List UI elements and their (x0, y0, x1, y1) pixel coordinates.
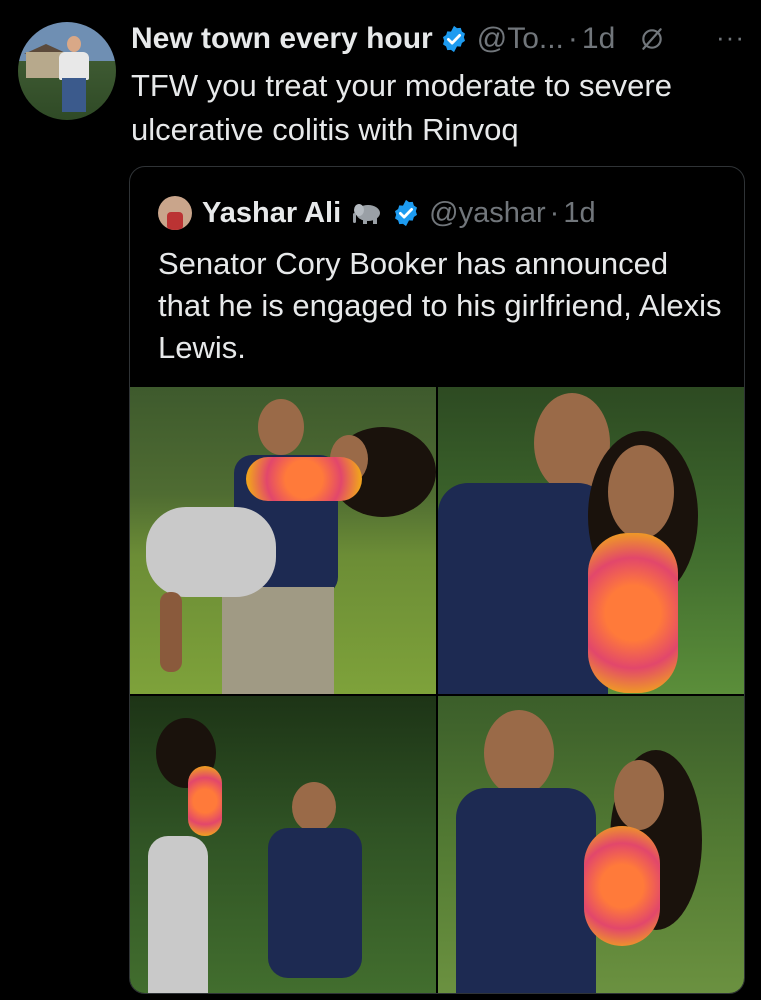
avatar-person-body (59, 52, 89, 80)
photo-1[interactable] (130, 387, 436, 694)
photo-4-woman-head (614, 760, 664, 830)
tweet-timestamp[interactable]: 1d (582, 22, 615, 56)
photo-4[interactable] (438, 696, 744, 993)
photo-1-lei (246, 457, 362, 501)
author-handle[interactable]: @To... (477, 22, 564, 56)
avatar-person-legs (62, 78, 86, 112)
author-avatar[interactable] (18, 22, 116, 120)
photo-1-woman-legs (160, 592, 182, 672)
tweet-header: New town every hour @To... · 1d (131, 16, 751, 62)
photo-2-man-shirt (438, 483, 608, 694)
quoted-author-avatar[interactable] (158, 196, 192, 230)
photo-grid (130, 387, 744, 993)
photo-3-man-head (292, 782, 336, 832)
quoted-tweet-text: Senator Cory Booker has announced that h… (158, 246, 722, 365)
quoted-tweet[interactable]: Yashar Ali @yashar · 1d Senator Cory Boo… (129, 166, 745, 994)
author-name[interactable]: New town every hour (131, 22, 433, 56)
more-icon[interactable]: ··· (716, 22, 745, 53)
grok-icon[interactable] (639, 26, 665, 52)
quoted-author-handle[interactable]: @yashar (429, 197, 545, 230)
photo-4-lei (584, 826, 660, 946)
photo-3[interactable] (130, 696, 436, 993)
quoted-header-separator: · (549, 196, 560, 229)
photo-2-woman-head (608, 445, 674, 539)
quoted-timestamp[interactable]: 1d (563, 197, 595, 230)
photo-2[interactable] (438, 387, 744, 694)
photo-1-man-head (258, 399, 304, 455)
tweet-text: TFW you treat your moderate to severe ul… (131, 68, 672, 147)
elephant-icon (353, 204, 381, 224)
photo-3-man-shirt (268, 828, 362, 978)
quoted-tweet-header: Yashar Ali @yashar · 1d (158, 195, 596, 231)
photo-3-woman-dress (148, 836, 208, 993)
quoted-verified-badge-icon (395, 199, 418, 227)
photo-1-woman-dress (146, 507, 276, 597)
header-separator: · (567, 22, 578, 55)
photo-4-man-head (484, 710, 554, 796)
avatar-person-head (67, 36, 81, 52)
photo-2-lei (588, 533, 678, 693)
verified-badge-icon (442, 25, 465, 53)
photo-4-man-shirt (456, 788, 596, 993)
photo-3-lei (188, 766, 222, 836)
quoted-author-name[interactable]: Yashar Ali (202, 197, 341, 230)
photo-1-man-pants (222, 587, 334, 694)
